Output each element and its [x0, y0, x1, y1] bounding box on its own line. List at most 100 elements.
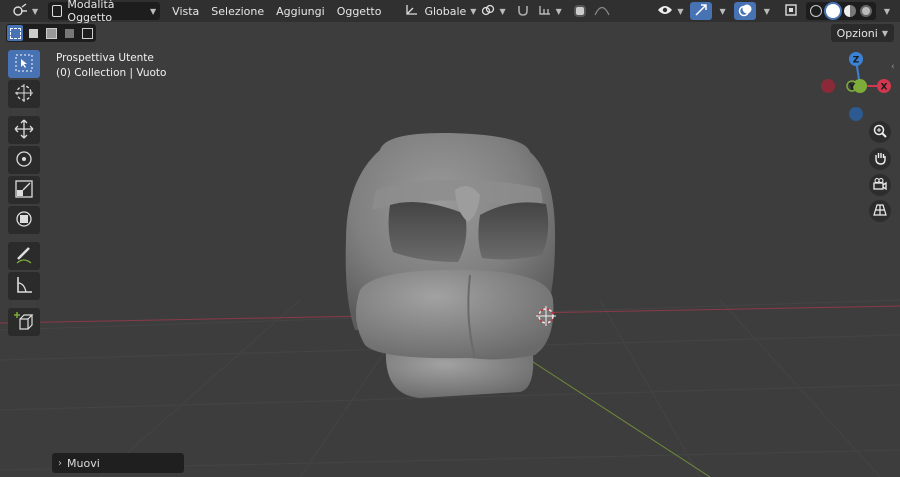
tool-cursor[interactable] [8, 80, 40, 108]
gizmo-toggle[interactable] [689, 2, 712, 20]
options-dropdown[interactable]: Opzioni ▼ [830, 24, 894, 42]
orientation-label: Globale [424, 4, 467, 18]
chevron-down-icon: ▼ [677, 6, 684, 16]
shading-mode-group [805, 2, 876, 20]
falloff-curve-icon [594, 4, 610, 19]
overlays-toggle[interactable] [733, 2, 756, 20]
options-label: Opzioni [836, 26, 878, 40]
viewport-info-overlay: Prospettiva Utente (0) Collection | Vuot… [56, 51, 166, 81]
overlays-icon [738, 3, 752, 20]
chevron-down-icon: ▼ [763, 6, 770, 16]
neg-x-axis-icon[interactable] [821, 79, 835, 93]
object-visibility-dropdown[interactable]: ▼ [653, 2, 687, 20]
editor-type-button[interactable]: ▼ [8, 2, 42, 20]
last-operator-label: Muovi [67, 456, 100, 470]
select-subtract-icon[interactable] [43, 25, 59, 41]
pan-button[interactable] [869, 148, 891, 170]
viewport-header: ▼ Modalità Oggetto ▼ Vista Selezione Agg… [0, 0, 900, 24]
mode-label: Modalità Oggetto [67, 0, 115, 24]
tool-scale[interactable] [8, 176, 40, 204]
y-axis-label: Y [848, 83, 856, 93]
mesh-left-eye [388, 202, 467, 262]
pivot-point-dropdown[interactable]: ▼ [477, 2, 509, 20]
last-operator-panel[interactable]: › Muovi [52, 453, 184, 473]
tool-annotate[interactable] [8, 242, 40, 270]
tool-add-cube[interactable] [8, 308, 40, 336]
chevron-down-icon: ▼ [470, 6, 477, 16]
eye-icon [657, 4, 673, 19]
select-invert-icon[interactable] [61, 25, 77, 41]
view-name: Prospettiva Utente [56, 52, 154, 64]
tool-rotate[interactable] [8, 146, 40, 174]
3d-viewport[interactable]: ▼ Modalità Oggetto ▼ Vista Selezione Agg… [0, 0, 900, 477]
chevron-down-icon: ▼ [719, 6, 726, 16]
perspective-toggle-button[interactable] [869, 200, 891, 222]
chevron-down-icon: ▼ [555, 6, 562, 16]
tool-shelf [8, 50, 40, 338]
camera-view-button[interactable] [869, 174, 891, 196]
chevron-down-icon: ▼ [883, 6, 890, 16]
falloff-dropdown[interactable] [590, 2, 614, 20]
pencil-icon [14, 245, 34, 268]
gizmo-icon [694, 3, 708, 20]
overlays-dropdown[interactable]: ▼ [756, 2, 774, 20]
neg-z-axis-icon[interactable] [849, 107, 863, 121]
snap-grid-icon [538, 4, 552, 19]
chevron-down-icon: ▼ [150, 6, 157, 16]
grid-perspective-icon [873, 203, 887, 220]
select-intersect-icon[interactable] [79, 25, 95, 41]
mesh-right-eye [478, 202, 549, 260]
gizmo-dropdown[interactable]: ▼ [712, 2, 730, 20]
pivot-link-icon [481, 4, 495, 19]
transform-orientation-dropdown[interactable]: Globale ▼ [401, 2, 476, 20]
xray-toggle[interactable] [780, 2, 802, 20]
chevron-down-icon: ▼ [32, 6, 39, 16]
sidebar-expand-icon[interactable]: ‹ [891, 62, 895, 72]
selection-mode-group [6, 24, 96, 42]
shading-dropdown[interactable]: ▼ [876, 2, 894, 20]
rendered-shading-icon[interactable] [859, 5, 872, 17]
chevron-down-icon: ▼ [881, 28, 888, 38]
menu-vista[interactable]: Vista [166, 2, 205, 20]
tool-measure[interactable] [8, 272, 40, 300]
viewport-editor-icon [12, 2, 28, 20]
z-axis-label: Z [853, 56, 860, 66]
move-arrows-icon [14, 119, 34, 142]
magnet-icon [516, 4, 530, 19]
tool-transform[interactable] [8, 206, 40, 234]
chevron-down-icon: ▼ [499, 6, 506, 16]
menu-selezione[interactable]: Selezione [205, 2, 270, 20]
add-cube-icon [14, 311, 34, 334]
menu-oggetto[interactable]: Oggetto [331, 2, 388, 20]
collection-info: (0) Collection | Vuoto [56, 67, 167, 79]
snap-toggle[interactable] [512, 2, 534, 20]
select-extend-icon[interactable] [25, 25, 41, 41]
orientation-axes-icon [405, 4, 419, 19]
hand-icon [873, 151, 887, 168]
select-new-icon[interactable] [7, 25, 23, 41]
mode-dropdown[interactable]: Modalità Oggetto ▼ [48, 0, 161, 24]
cursor-icon [14, 83, 34, 106]
ruler-icon [14, 275, 34, 298]
zoom-icon [873, 124, 887, 141]
solid-shading-icon[interactable] [825, 4, 840, 18]
y-axis-line [529, 359, 711, 477]
camera-icon [873, 177, 887, 194]
wireframe-shading-icon[interactable] [809, 5, 822, 17]
navigation-gizmo[interactable]: Z X Y [818, 50, 898, 130]
x-axis-label: X [881, 83, 888, 93]
tool-select-box[interactable] [8, 50, 40, 78]
zoom-button[interactable] [869, 121, 891, 143]
proportional-edit-toggle[interactable] [570, 2, 590, 20]
scale-icon [14, 179, 34, 202]
object-mode-icon [52, 5, 63, 17]
menu-aggiungi[interactable]: Aggiungi [270, 2, 331, 20]
snap-target-dropdown[interactable]: ▼ [534, 2, 566, 20]
select-box-icon [15, 54, 33, 75]
tool-move[interactable] [8, 116, 40, 144]
transform-icon [14, 209, 34, 232]
mesh-muzzle [356, 269, 554, 360]
proportional-edit-icon [573, 5, 586, 17]
chevron-right-icon: › [58, 457, 62, 469]
material-shading-icon[interactable] [843, 5, 856, 17]
